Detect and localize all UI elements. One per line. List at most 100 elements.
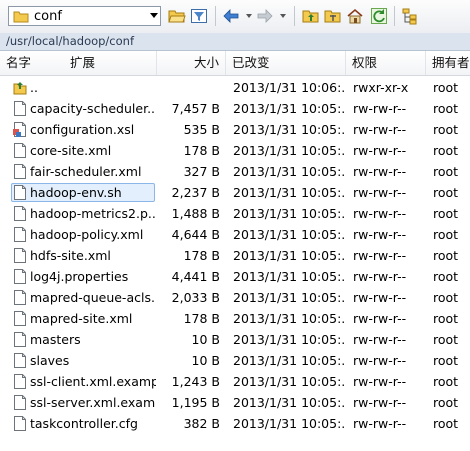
file-name: configuration.xsl [30,122,135,137]
file-icon [13,310,27,327]
file-name: masters [30,332,81,347]
file-name: ssl-server.xml.exam... [30,395,156,410]
file-row[interactable]: mapred-queue-acls... 2,033 B 2013/1/31 10:… [0,287,470,308]
file-row[interactable]: hadoop-env.sh 2,237 B 2013/1/31 10:05:... r… [0,182,470,203]
file-permissions: rw-rw-r-- [353,311,407,326]
file-row[interactable]: hadoop-policy.xml 4,644 B 2013/1/31 10:05:… [0,224,470,245]
file-row[interactable]: slaves 10 B 2013/1/31 10:05:... rw-rw-r-- ro… [0,350,470,371]
file-row[interactable]: log4j.properties 4,441 B 2013/1/31 10:05:.… [0,266,470,287]
root-directory-icon[interactable] [324,7,342,25]
column-permissions[interactable]: 权限 [346,51,426,75]
file-name: log4j.properties [30,269,129,284]
file-row[interactable]: ssl-client.xml.examp... 1,243 B 2013/1/31 … [0,371,470,392]
file-permissions: rw-rw-r-- [353,185,407,200]
toolbar-separator [215,6,216,26]
file-permissions: rw-rw-r-- [353,227,407,242]
file-row[interactable]: ssl-server.xml.exam... 1,195 B 2013/1/31 1… [0,392,470,413]
file-name: fair-scheduler.xml [30,164,142,179]
file-owner: root [433,164,459,179]
file-permissions: rw-rw-r-- [353,206,407,221]
refresh-icon[interactable] [370,7,388,25]
column-size-label: 大小 [193,55,219,70]
forward-dropdown-icon[interactable] [280,14,286,18]
file-icon [13,415,27,432]
parent-directory-icon[interactable] [302,7,320,25]
file-icon [13,163,27,180]
file-row[interactable]: core-site.xml 178 B 2013/1/31 10:05:... rw-… [0,140,470,161]
file-size: 327 B [183,164,220,179]
file-permissions: rw-rw-r-- [353,164,407,179]
file-permissions: rw-rw-r-- [353,143,407,158]
file-modified: 2013/1/31 10:05:... [233,290,345,305]
column-header: 名字 扩展 大小 已改变 权限 拥有者 [0,51,470,76]
column-owner[interactable]: 拥有者 [426,51,470,75]
file-owner: root [433,227,459,242]
file-name: taskcontroller.cfg [30,416,138,431]
open-folder-icon[interactable] [168,7,186,25]
back-dropdown-icon[interactable] [246,14,252,18]
column-size[interactable]: 大小 [157,51,226,75]
file-icon [13,184,27,201]
file-name: core-site.xml [30,143,112,158]
file-modified: 2013/1/31 10:05:... [233,143,345,158]
column-modified[interactable]: 已改变 [226,51,346,75]
file-row[interactable]: mapred-site.xml 178 B 2013/1/31 10:05:... r… [0,308,470,329]
file-owner: root [433,101,459,116]
chevron-down-icon[interactable] [150,13,158,18]
file-row[interactable]: fair-scheduler.xml 327 B 2013/1/31 10:05:.… [0,161,470,182]
file-modified: 2013/1/31 10:05:... [233,122,345,137]
file-permissions: rw-rw-r-- [353,290,407,305]
file-icon [13,289,27,306]
home-icon[interactable] [346,7,364,25]
file-icon [13,142,27,159]
file-modified: 2013/1/31 10:05:... [233,185,345,200]
column-name[interactable]: 名字 扩展 [0,51,157,75]
file-row[interactable]: hadoop-metrics2.p... 1,488 B 2013/1/31 10:… [0,203,470,224]
file-row[interactable]: hdfs-site.xml 178 B 2013/1/31 10:05:... rw-… [0,245,470,266]
file-row[interactable]: capacity-scheduler.... 7,457 B 2013/1/31 1… [0,98,470,119]
file-owner: root [433,269,459,284]
file-owner: root [433,290,459,305]
file-name: .. [30,80,38,95]
toolbar: conf [0,0,470,34]
file-row[interactable]: taskcontroller.cfg 382 B 2013/1/31 10:05:.… [0,413,470,434]
column-modified-label: 已改变 [232,55,270,70]
file-permissions: rw-rw-r-- [353,395,407,410]
tree-view-icon[interactable] [401,7,419,25]
file-icon [13,247,27,264]
file-name: hadoop-metrics2.p... [30,206,156,221]
current-path: /usr/local/hadoop/conf [6,34,135,48]
file-permissions: rw-rw-r-- [353,353,407,368]
column-ext-label[interactable]: 扩展 [70,51,95,75]
column-name-label: 名字 [6,55,32,70]
file-size: 1,243 B [171,374,220,389]
file-permissions: rw-rw-r-- [353,101,407,116]
file-row[interactable]: .. 2013/1/31 10:06:... rwxr-xr-x root [0,77,470,98]
file-size: 535 B [183,122,220,137]
file-modified: 2013/1/31 10:05:... [233,248,345,263]
back-arrow-icon[interactable] [222,7,240,25]
folder-icon [13,9,29,26]
location-combo[interactable]: conf [8,6,161,26]
file-owner: root [433,143,459,158]
file-size: 382 B [183,416,220,431]
column-permissions-label: 权限 [352,55,378,70]
file-size: 10 B [191,332,220,347]
file-owner: root [433,185,459,200]
file-row[interactable]: configuration.xsl 535 B 2013/1/31 10:05:..… [0,119,470,140]
file-size: 178 B [183,311,220,326]
file-permissions: rw-rw-r-- [353,122,407,137]
file-row[interactable]: masters 10 B 2013/1/31 10:05:... rw-rw-r-- r… [0,329,470,350]
toolbar-separator [294,6,295,26]
file-modified: 2013/1/31 10:05:... [233,374,345,389]
file-size: 7,457 B [171,101,220,116]
filter-icon[interactable] [190,7,208,25]
file-icon [13,226,27,243]
forward-arrow-icon[interactable] [256,7,274,25]
file-owner: root [433,206,459,221]
file-name: hadoop-policy.xml [30,227,144,242]
file-size: 2,033 B [171,290,220,305]
file-name: hdfs-site.xml [30,248,111,263]
file-modified: 2013/1/31 10:05:... [233,101,345,116]
file-icon [13,331,27,348]
